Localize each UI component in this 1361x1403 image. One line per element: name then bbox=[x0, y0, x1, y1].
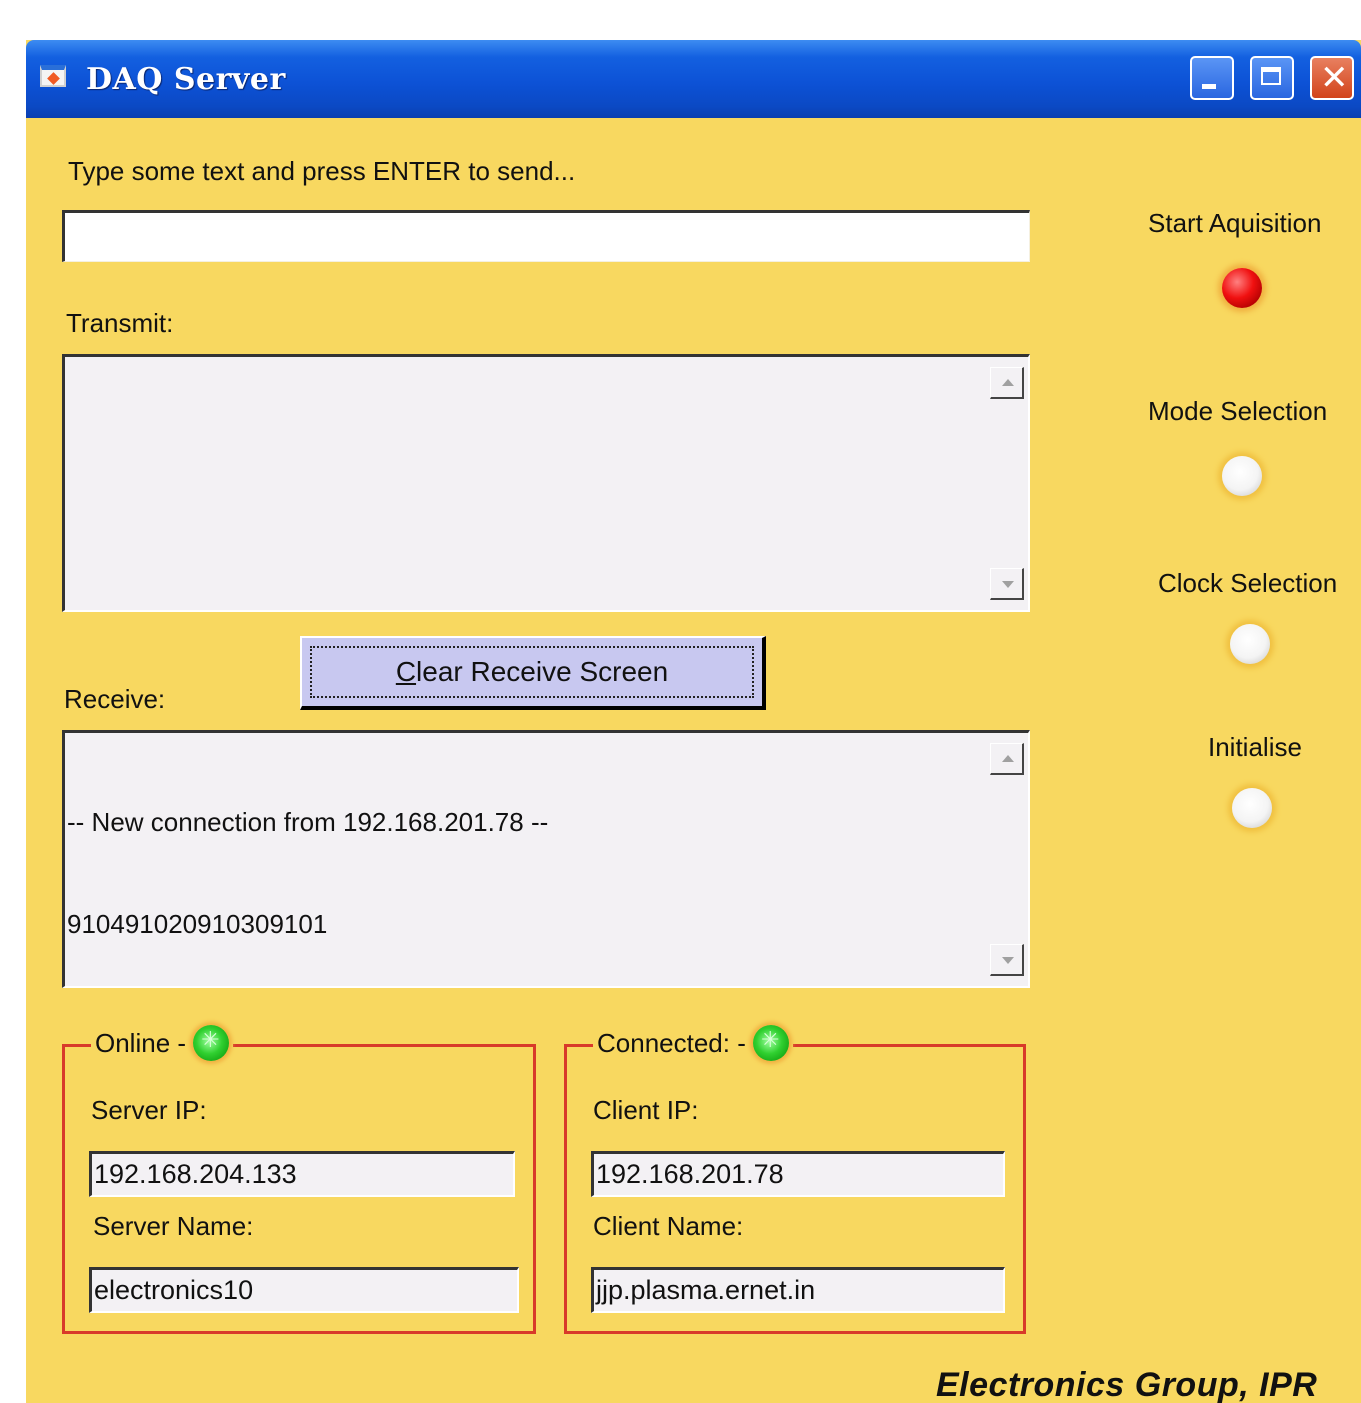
online-group: Online - Server IP: 192.168.204.133 Serv… bbox=[62, 1025, 536, 1334]
scroll-down-icon[interactable] bbox=[990, 944, 1024, 976]
receive-line: 910491020910309101 bbox=[67, 909, 328, 939]
mode-selection-led-icon[interactable] bbox=[1222, 456, 1262, 496]
indicator-label-initialise: Initialise bbox=[1208, 732, 1302, 762]
indicator-label-clock-selection: Clock Selection bbox=[1158, 568, 1338, 598]
send-text-input[interactable] bbox=[62, 210, 1030, 262]
connected-group: Connected: - Client IP: 192.168.201.78 C… bbox=[564, 1025, 1026, 1334]
server-ip-label: Server IP: bbox=[91, 1095, 207, 1125]
client-name-field[interactable]: jjp.plasma.ernet.in bbox=[591, 1267, 1005, 1313]
connected-led-icon bbox=[753, 1025, 790, 1061]
close-icon: ✕ bbox=[1320, 58, 1349, 98]
clear-receive-screen-button[interactable]: Clear Receive Screen bbox=[300, 636, 766, 710]
minimize-button[interactable] bbox=[1190, 56, 1234, 100]
client-ip-label: Client IP: bbox=[593, 1095, 699, 1125]
server-name-label: Server Name: bbox=[93, 1211, 254, 1241]
close-button[interactable]: ✕ bbox=[1310, 56, 1354, 100]
daq-server-window: DAQ Server ✕ Type some text and press EN… bbox=[26, 40, 1361, 1403]
scroll-down-icon[interactable] bbox=[990, 568, 1024, 600]
client-ip-field[interactable]: 192.168.201.78 bbox=[591, 1151, 1005, 1197]
initialise-led-icon[interactable] bbox=[1232, 788, 1272, 828]
receive-scrollbar[interactable] bbox=[986, 733, 1028, 986]
clock-selection-led-icon[interactable] bbox=[1230, 624, 1270, 664]
start-aquisition-led-icon[interactable] bbox=[1222, 268, 1262, 308]
receive-line: -- New connection from 192.168.201.78 -- bbox=[67, 807, 549, 837]
transmit-textarea[interactable] bbox=[62, 354, 1030, 612]
online-led-icon bbox=[193, 1025, 230, 1061]
indicator-label-mode-selection: Mode Selection bbox=[1148, 396, 1328, 426]
app-icon[interactable] bbox=[40, 65, 66, 87]
transmit-label: Transmit: bbox=[66, 308, 174, 338]
scroll-up-icon[interactable] bbox=[990, 367, 1024, 399]
clear-button-mnemonic: C bbox=[395, 656, 417, 687]
connected-label: Connected: bbox=[597, 1027, 730, 1058]
indicator-label-start-aquisition: Start Aquisition bbox=[1148, 208, 1322, 238]
receive-textarea[interactable]: -- New connection from 192.168.201.78 --… bbox=[62, 730, 1030, 988]
send-prompt-label: Type some text and press ENTER to send..… bbox=[68, 156, 576, 186]
online-label: Online bbox=[95, 1027, 171, 1058]
maximize-button[interactable] bbox=[1250, 56, 1294, 100]
online-group-title: Online - bbox=[91, 1025, 234, 1061]
title-bar[interactable]: DAQ Server ✕ bbox=[26, 40, 1361, 118]
connected-group-title: Connected: - bbox=[593, 1025, 794, 1061]
clear-button-focus-rect: Clear Receive Screen bbox=[310, 646, 754, 698]
transmit-scrollbar[interactable] bbox=[986, 357, 1028, 610]
server-name-field[interactable]: electronics10 bbox=[89, 1267, 519, 1313]
scroll-up-icon[interactable] bbox=[990, 743, 1024, 775]
footer-credit: Electronics Group, IPR bbox=[936, 1366, 1318, 1403]
window-title: DAQ Server bbox=[86, 62, 286, 97]
server-ip-field[interactable]: 192.168.204.133 bbox=[89, 1151, 515, 1197]
receive-label: Receive: bbox=[64, 684, 166, 714]
client-name-label: Client Name: bbox=[593, 1211, 744, 1241]
clear-button-label: lear Receive Screen bbox=[416, 656, 669, 687]
